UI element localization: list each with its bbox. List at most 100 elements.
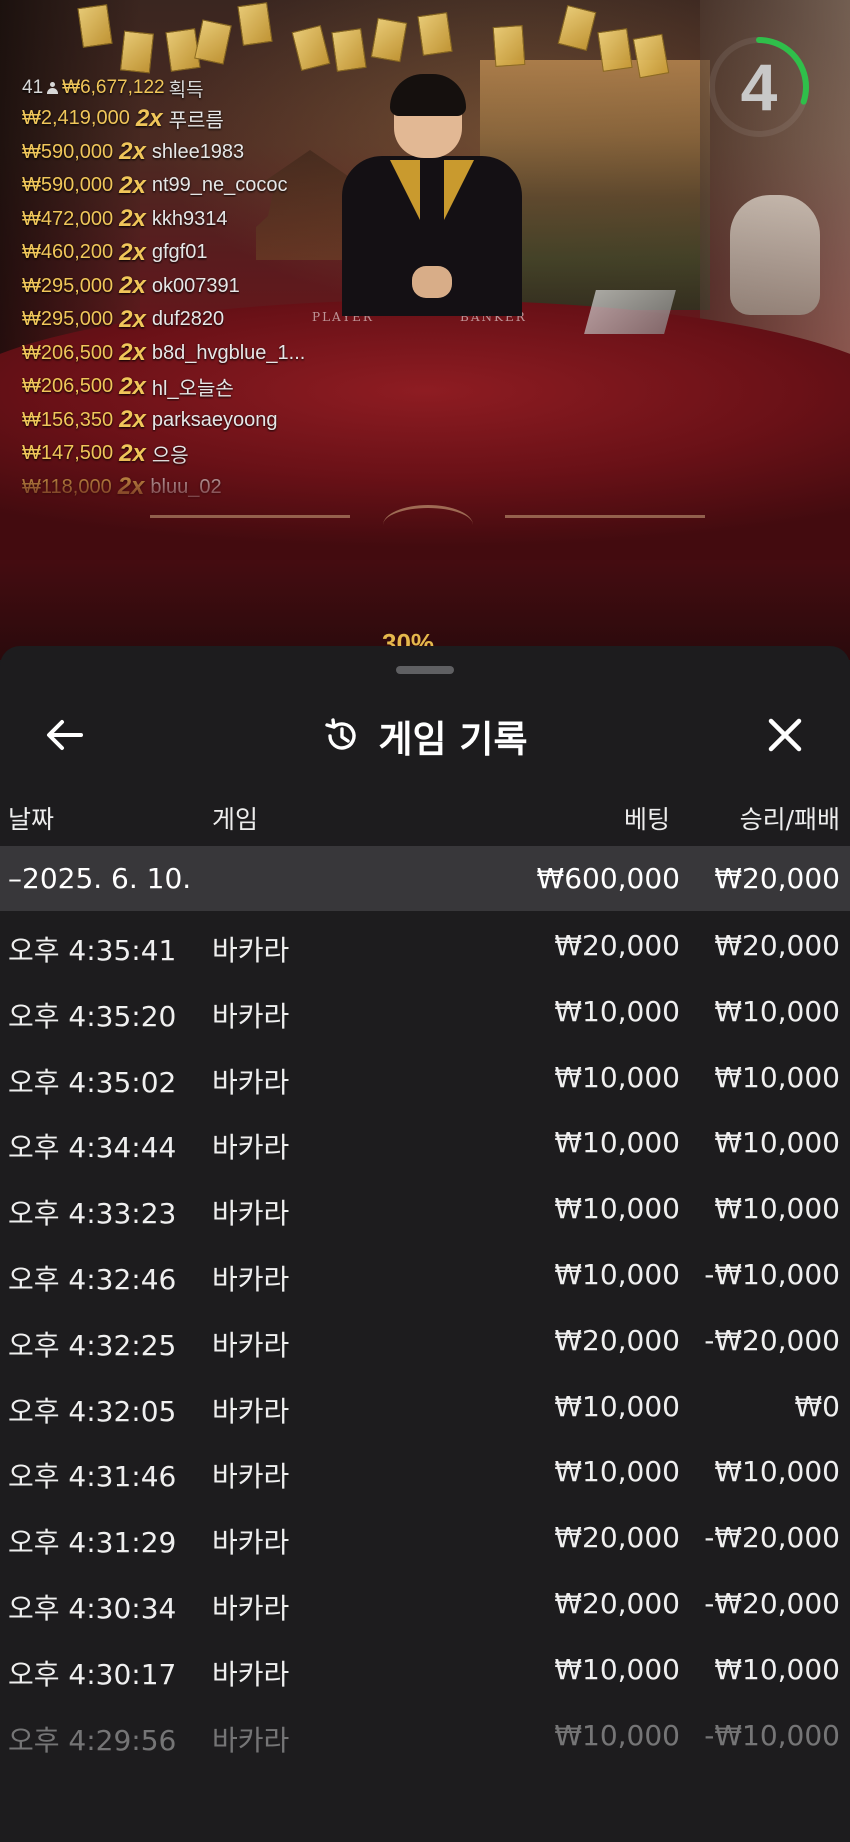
gold-card-decoration bbox=[557, 4, 597, 52]
winner-multiplier: 2x bbox=[119, 372, 146, 400]
history-game: 바카라 bbox=[212, 1328, 290, 1362]
winner-row: ₩2,419,000 2x 푸르름 bbox=[22, 102, 362, 136]
history-row[interactable]: 오후 4:29:56 바카라 ₩10,000 -₩10,000 bbox=[0, 1703, 850, 1769]
winner-amount: ₩295,000 bbox=[22, 308, 114, 331]
close-button[interactable] bbox=[756, 706, 814, 764]
history-game: 바카라 bbox=[212, 1657, 290, 1691]
table-crest bbox=[383, 505, 473, 545]
winner-multiplier: 2x bbox=[119, 305, 146, 333]
date-group-row[interactable]: –2025. 6. 10. ₩600,000 ₩20,000 bbox=[0, 846, 850, 911]
winner-name: hl_오늘손 bbox=[151, 378, 234, 401]
winner-multiplier: 2x bbox=[119, 171, 146, 199]
date-group-label: –2025. 6. 10. bbox=[8, 862, 192, 895]
history-result: ₩0 bbox=[794, 1389, 841, 1423]
history-bet: ₩20,000 bbox=[554, 929, 680, 962]
history-result: ₩10,000 bbox=[714, 1652, 840, 1686]
dealer bbox=[342, 74, 522, 318]
history-row[interactable]: 오후 4:31:29 바카라 ₩20,000 -₩20,000 bbox=[0, 1505, 850, 1571]
winner-name: b8d_hvgblue_1... bbox=[151, 341, 306, 364]
history-row[interactable]: 오후 4:35:02 바카라 ₩10,000 ₩10,000 bbox=[0, 1045, 850, 1111]
gold-card-decoration bbox=[237, 2, 273, 46]
history-bet: ₩10,000 bbox=[554, 1718, 680, 1752]
arrow-left-icon bbox=[47, 720, 83, 750]
history-row[interactable]: 오후 4:30:34 바카라 ₩20,000 -₩20,000 bbox=[0, 1571, 850, 1637]
game-history-sheet: 게임 기록 날짜 게임 베팅 승리/패배 –2025. 6. 10. ₩600,… bbox=[0, 646, 850, 1842]
winner-row: ₩118,000 2x bluu_02 bbox=[22, 471, 362, 505]
card-shoe bbox=[584, 290, 676, 334]
history-time: 오후 4:35:02 bbox=[8, 1065, 177, 1099]
history-time: 오후 4:32:05 bbox=[8, 1394, 177, 1428]
column-header-game: 게임 bbox=[212, 805, 259, 834]
history-game: 바카라 bbox=[212, 999, 290, 1033]
winner-name: 푸르름 bbox=[168, 110, 224, 133]
background-vase bbox=[730, 195, 820, 315]
winner-multiplier: 2x bbox=[119, 205, 146, 233]
dealer-hair bbox=[390, 74, 466, 116]
gold-card-decoration bbox=[597, 28, 633, 72]
winner-multiplier: 2x bbox=[119, 339, 146, 367]
winner-row: ₩206,500 2x hl_오늘손 bbox=[22, 370, 362, 404]
winner-amount: ₩460,200 bbox=[22, 241, 114, 264]
person-icon bbox=[47, 81, 59, 95]
winner-amount: ₩295,000 bbox=[22, 274, 114, 297]
history-result: ₩10,000 bbox=[714, 1455, 840, 1489]
winners-total: ₩6,677,122 bbox=[62, 77, 165, 98]
winner-multiplier: 2x bbox=[119, 272, 146, 300]
column-header-result: 승리/패배 bbox=[739, 805, 840, 834]
history-game: 바카라 bbox=[212, 1723, 290, 1757]
date-group-result-total: ₩20,000 bbox=[714, 862, 840, 895]
sheet-drag-handle[interactable] bbox=[396, 666, 454, 674]
history-bet: ₩10,000 bbox=[554, 1389, 680, 1423]
history-result: -₩10,000 bbox=[704, 1718, 840, 1752]
winner-row: ₩472,000 2x kkh9314 bbox=[22, 203, 362, 237]
winner-amount: ₩472,000 bbox=[22, 207, 114, 230]
history-result: ₩10,000 bbox=[714, 1060, 840, 1094]
winner-amount: ₩206,500 bbox=[22, 375, 114, 398]
history-result: -₩10,000 bbox=[704, 1257, 840, 1291]
history-result: ₩10,000 bbox=[714, 1126, 840, 1160]
winner-name: 으응 bbox=[151, 445, 189, 468]
sheet-header: 게임 기록 bbox=[0, 686, 850, 786]
winner-name: ok007391 bbox=[151, 274, 240, 297]
winner-row: ₩206,500 2x b8d_hvgblue_1... bbox=[22, 337, 362, 371]
sheet-title: 게임 기록 bbox=[378, 718, 528, 761]
history-bet: ₩10,000 bbox=[554, 1455, 680, 1489]
history-time: 오후 4:35:41 bbox=[8, 934, 177, 967]
gold-card-decoration bbox=[632, 33, 670, 79]
winner-amount: ₩118,000 bbox=[22, 475, 112, 498]
history-bet: ₩10,000 bbox=[554, 1257, 680, 1291]
history-result: ₩10,000 bbox=[714, 994, 840, 1028]
history-row[interactable]: 오후 4:32:05 바카라 ₩10,000 ₩0 bbox=[0, 1374, 850, 1440]
winner-amount: ₩590,000 bbox=[22, 174, 114, 197]
history-row[interactable]: 오후 4:32:25 바카라 ₩20,000 -₩20,000 bbox=[0, 1308, 850, 1374]
history-row[interactable]: 오후 4:34:44 바카라 ₩10,000 ₩10,000 bbox=[0, 1110, 850, 1176]
winner-multiplier: 2x bbox=[119, 406, 146, 434]
winner-multiplier: 2x bbox=[117, 473, 145, 501]
gold-card-decoration bbox=[119, 30, 155, 74]
history-list: 오후 4:35:41 바카라 ₩20,000 ₩20,000 오후 4:35:20 바카라… bbox=[0, 913, 850, 1768]
winner-row: ₩590,000 2x shlee1983 bbox=[22, 136, 362, 170]
winners-list: 41 ₩6,677,122 획득 ₩2,419,000 2x 푸르름 ₩590,000… bbox=[22, 74, 362, 510]
winner-name: nt99_ne_cococ bbox=[151, 174, 288, 197]
timer-seconds: 4 bbox=[740, 50, 778, 124]
history-result: ₩20,000 bbox=[714, 929, 840, 962]
winner-amount: ₩590,000 bbox=[22, 140, 114, 163]
gold-card-decoration bbox=[291, 24, 331, 72]
winner-name: kkh9314 bbox=[151, 207, 228, 230]
history-row[interactable]: 오후 4:35:41 바카라 ₩20,000 ₩20,000 bbox=[0, 913, 850, 979]
history-result: -₩20,000 bbox=[704, 1323, 840, 1357]
history-row[interactable]: 오후 4:32:46 바카라 ₩10,000 -₩10,000 bbox=[0, 1242, 850, 1308]
history-game: 바카라 bbox=[212, 1131, 290, 1165]
history-row[interactable]: 오후 4:33:23 바카라 ₩10,000 ₩10,000 bbox=[0, 1176, 850, 1242]
history-column-headers: 날짜 게임 베팅 승리/패배 bbox=[0, 786, 850, 844]
history-row[interactable]: 오후 4:30:17 바카라 ₩10,000 ₩10,000 bbox=[0, 1637, 850, 1703]
winners-header: 41 ₩6,677,122 획득 bbox=[22, 74, 362, 102]
winner-multiplier: 2x bbox=[119, 439, 146, 467]
back-button[interactable] bbox=[36, 706, 94, 764]
history-time: 오후 4:32:25 bbox=[8, 1328, 177, 1362]
winner-row: ₩156,350 2x parksaeyoong bbox=[22, 404, 362, 438]
history-game: 바카라 bbox=[212, 1591, 290, 1625]
winner-multiplier: 2x bbox=[135, 104, 163, 132]
history-row[interactable]: 오후 4:31:46 바카라 ₩10,000 ₩10,000 bbox=[0, 1439, 850, 1505]
history-row[interactable]: 오후 4:35:20 바카라 ₩10,000 ₩10,000 bbox=[0, 979, 850, 1045]
